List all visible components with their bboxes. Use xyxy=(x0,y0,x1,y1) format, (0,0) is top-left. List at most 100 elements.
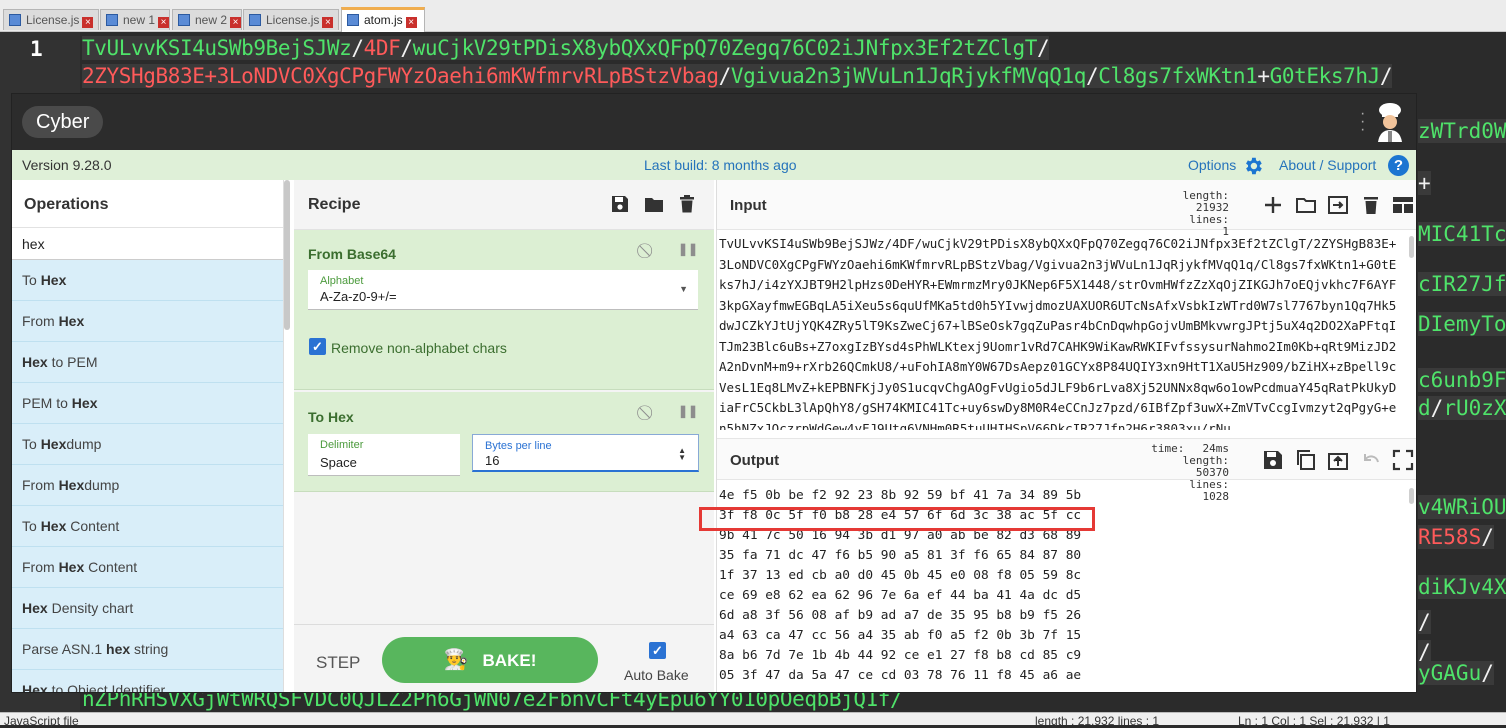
operation-match: Hex xyxy=(58,477,85,493)
operation-item[interactable]: To Hex xyxy=(12,260,283,301)
help-icon[interactable]: ? xyxy=(1388,155,1409,176)
close-icon[interactable]: × xyxy=(405,17,417,28)
editor-token: / xyxy=(1430,396,1444,420)
operation-item[interactable]: From Hex Content xyxy=(12,547,283,588)
remove-nonalpha-checkbox[interactable]: ✓ xyxy=(309,338,326,355)
options-link[interactable]: Options xyxy=(1188,157,1236,173)
close-icon[interactable]: × xyxy=(158,17,169,28)
close-icon[interactable]: × xyxy=(322,17,334,28)
editor-token: / xyxy=(1418,610,1431,634)
copy-icon[interactable] xyxy=(1295,449,1317,471)
file-icon xyxy=(106,14,118,26)
file-tab[interactable]: License.js × xyxy=(243,9,339,30)
open-file-icon[interactable] xyxy=(1327,194,1349,216)
layout-icon[interactable] xyxy=(1392,194,1414,216)
operation-item[interactable]: Hex to Object Identifier xyxy=(12,670,283,693)
editor-overflow-line: yGAGu/ xyxy=(1418,661,1494,685)
alphabet-select[interactable]: Alphabet A-Za-z0-9+/= ▼ xyxy=(308,270,698,310)
to-hex-operation[interactable]: To Hex ⃠ ❚❚ Delimiter Space Bytes per li… xyxy=(294,392,714,492)
save-icon[interactable] xyxy=(1262,449,1284,471)
close-icon[interactable]: × xyxy=(230,17,241,28)
output-row: ce 69 e8 62 ea 62 96 7e 6a ef 44 ba 41 4… xyxy=(719,588,1082,603)
field-value: 16 xyxy=(485,453,500,468)
operation-label: to Object Identifier xyxy=(47,682,166,693)
input-scrollbar[interactable] xyxy=(1409,236,1414,258)
output-row: 3f f8 0c 5f f0 b8 28 e4 57 6f 6d 3c 38 a… xyxy=(719,508,1082,523)
operation-item[interactable]: To Hexdump xyxy=(12,424,283,465)
editor-token: / xyxy=(1037,36,1050,60)
cyberchef-logo[interactable]: Cyber xyxy=(22,106,104,138)
about-support-link[interactable]: About / Support xyxy=(1279,157,1376,173)
editor-token: zWTrd0W xyxy=(1418,119,1506,143)
editor-token: c6unb9F xyxy=(1418,368,1506,392)
stepper-icon[interactable]: ▲ ▼ xyxy=(678,447,686,462)
operation-item[interactable]: Hex to PEM xyxy=(12,342,283,383)
operation-item[interactable]: From Hexdump xyxy=(12,465,283,506)
operation-item[interactable]: To Hex Content xyxy=(12,506,283,547)
file-type: JavaScript file xyxy=(4,714,79,728)
io-panel: Input length: 21932 lines: 1 TvULvvKSI4u… xyxy=(716,180,1416,692)
file-tab[interactable]: new 2 × xyxy=(172,9,242,30)
auto-bake-checkbox[interactable]: ✓ xyxy=(649,642,666,659)
operation-item[interactable]: Hex Density chart xyxy=(12,588,283,629)
operation-match: Hex xyxy=(40,272,67,288)
replace-input-icon[interactable] xyxy=(1327,449,1349,471)
file-tab-bar: License.js × new 1 × new 2 × License.js × at… xyxy=(0,0,1506,32)
operations-scrollbar[interactable] xyxy=(284,180,290,330)
stat-label: time: xyxy=(1151,442,1185,455)
field-label: Alphabet xyxy=(320,275,364,287)
delimiter-select[interactable]: Delimiter Space xyxy=(308,434,460,476)
input-textarea[interactable]: TvULvvKSI4uSWb9BejSJWz/4DF/wuCjkV29tPDis… xyxy=(719,234,1401,430)
pause-icon[interactable]: ❚❚ xyxy=(678,404,698,418)
editor-overflow-line: v4WRiOU xyxy=(1418,495,1506,519)
editor-token: 4DF xyxy=(363,36,401,60)
operation-label: Parse ASN.1 xyxy=(22,641,107,657)
output-scrollbar[interactable] xyxy=(1409,488,1414,504)
output-text[interactable]: 4e f5 0b be f2 92 23 8b 92 59 bf 41 7a 3… xyxy=(719,486,1409,692)
pause-icon[interactable]: ❚❚ xyxy=(678,242,698,256)
undo-icon[interactable] xyxy=(1360,449,1382,471)
bytes-per-line-input[interactable]: Bytes per line 16 ▲ ▼ xyxy=(472,434,699,472)
editor-token: wuCjkV29tPDisX8ybQXxQFpQ70Zegq76C02iJNfp… xyxy=(412,36,1038,60)
input-stats: length: 21932 lines: 1 xyxy=(1149,190,1229,238)
operation-item[interactable]: PEM to Hex xyxy=(12,383,283,424)
editor-token: 2ZYSHgB83E+3LoNDVC0XgCPgFWYzOaehi6mKWfmr… xyxy=(82,64,719,88)
operation-label: From xyxy=(22,477,59,493)
operation-item[interactable]: Parse ASN.1 hex string xyxy=(12,629,283,670)
file-tab-active[interactable]: atom.js × xyxy=(341,7,425,32)
operation-item[interactable]: From Hex xyxy=(12,301,283,342)
file-icon xyxy=(347,14,359,26)
folder-icon[interactable] xyxy=(1295,194,1317,216)
operation-label: To xyxy=(22,518,41,534)
close-icon[interactable]: × xyxy=(82,17,94,28)
from-base64-operation[interactable]: From Base64 ⃠ ❚❚ Alphabet A-Za-z0-9+/= ▼… xyxy=(294,230,714,390)
editor-token: / xyxy=(1481,661,1494,685)
file-tab-label: atom.js xyxy=(364,13,403,27)
file-icon xyxy=(9,14,21,26)
folder-icon[interactable] xyxy=(644,194,664,214)
cyberchef-window: Cyber · · · Version 9.28.0 Last build: 8 m… xyxy=(11,93,1417,693)
editor-overflow-line: / xyxy=(1418,610,1431,634)
trash-icon[interactable] xyxy=(677,194,697,214)
operation-label: dump xyxy=(66,436,102,452)
trash-icon[interactable] xyxy=(1360,194,1382,216)
output-row: 05 3f 47 da 5a 47 ce cd 03 78 76 11 f8 4… xyxy=(719,668,1082,683)
operation-label: From xyxy=(22,559,59,575)
more-icon[interactable]: · · · xyxy=(1360,106,1368,138)
operations-panel: Operations hex To Hex From Hex Hex to PEM P… xyxy=(12,180,284,693)
file-tab[interactable]: new 1 × xyxy=(100,9,170,30)
operation-label: To xyxy=(22,272,41,288)
maximize-icon[interactable] xyxy=(1392,449,1414,471)
step-button[interactable]: STEP xyxy=(316,653,360,673)
file-tab[interactable]: License.js × xyxy=(3,9,99,30)
plus-icon[interactable] xyxy=(1262,194,1284,216)
operations-list: To Hex From Hex Hex to PEM PEM to Hex To Hex… xyxy=(12,260,283,693)
editor-token: v4WRiOU xyxy=(1418,495,1506,519)
bake-button[interactable]: 👨‍🍳 BAKE! xyxy=(382,637,598,683)
gear-icon[interactable] xyxy=(1242,155,1264,177)
last-build-label[interactable]: Last build: 8 months ago xyxy=(644,157,797,173)
save-icon[interactable] xyxy=(610,194,630,214)
operation-label: Content xyxy=(66,518,120,534)
operations-search-input[interactable]: hex xyxy=(12,228,283,260)
status-bar: JavaScript file length : 21,932 lines : … xyxy=(0,712,1506,728)
